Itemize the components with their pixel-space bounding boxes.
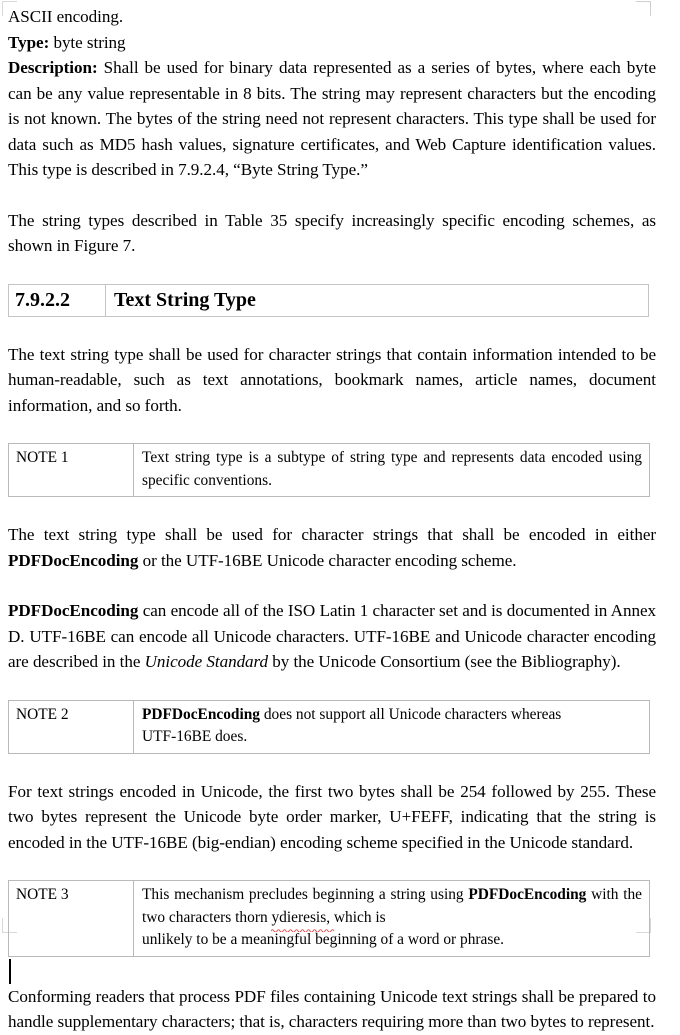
section-heading: 7.9.2.2 Text String Type: [8, 283, 649, 317]
paragraph-byte-string-definition: ASCII encoding. Type: byte string: [8, 4, 656, 55]
note-3-part3: , which is: [326, 908, 386, 926]
paragraph-pdfdocencoding-capabilities: PDFDocEncoding can encode all of the ISO…: [8, 598, 656, 675]
encoded-in-either-part2: or the UTF-16BE Unicode character encodi…: [138, 550, 517, 570]
note-2-text: does not support all Unicode characters …: [260, 705, 562, 723]
note-1-label: NOTE 1: [8, 443, 134, 497]
page-content: ASCII encoding. Type: byte string Descri…: [8, 4, 656, 1035]
note-2-table: NOTE 2 PDFDocEncoding does not support a…: [8, 699, 650, 754]
unicode-standard-title: Unicode Standard: [144, 652, 269, 671]
pdfdocencoding-term: PDFDocEncoding: [468, 886, 587, 903]
paragraph-encoded-in-either: The text string type shall be used for c…: [8, 522, 656, 573]
description-value: Shall be used for binary data represente…: [8, 58, 656, 179]
paragraph-text-string-usage: The text string type shall be used for c…: [8, 344, 656, 415]
table-row: NOTE 2 PDFDocEncoding does not support a…: [8, 699, 650, 754]
empty-paragraph-line[interactable]: [8, 957, 656, 984]
pdfdocencoding-term: PDFDocEncoding: [8, 550, 139, 570]
table-row: NOTE 3 This mechanism precludes beginnin…: [8, 880, 650, 957]
encoded-in-either-part1: The text string type shall be used for c…: [8, 525, 656, 544]
note-3-label: NOTE 3: [8, 880, 134, 957]
text-cursor-caret: [9, 958, 11, 984]
paragraph-byte-order-marker: For text strings encoded in Unicode, the…: [8, 781, 656, 852]
paragraph-byte-string-description: Description: Shall be used for binary da…: [8, 55, 656, 183]
note-3-container: NOTE 3 This mechanism precludes beginnin…: [8, 880, 656, 957]
document-page: ASCII encoding. Type: byte string Descri…: [0, 0, 680, 1031]
note-2-label: NOTE 2: [8, 699, 134, 754]
note-3-table: NOTE 3 This mechanism precludes beginnin…: [8, 880, 650, 957]
pdfdocencoding-term: PDFDocEncoding: [8, 601, 139, 620]
note-1-body: Text string type is a subtype of string …: [133, 443, 650, 497]
paragraph-string-types-table-ref: The string types described in Table 35 s…: [8, 210, 656, 256]
note-3-last-line: unlikely to be a meaningful beginning of…: [142, 931, 505, 948]
section-heading-row: 7.9.2.2 Text String Type: [8, 283, 649, 317]
misspelled-word-ydieresis: ydieresis: [271, 907, 335, 932]
note-2-last-line: UTF-16BE does.: [142, 728, 248, 745]
table-row: NOTE 1 Text string type is a subtype of …: [8, 443, 650, 497]
note-2-body: PDFDocEncoding does not support all Unic…: [133, 699, 650, 754]
note-3-part1: This mechanism precludes beginning a str…: [142, 886, 469, 903]
ascii-encoding-line: ASCII encoding.: [8, 7, 124, 26]
paragraph-conforming-readers: Conforming readers that process PDF file…: [8, 986, 656, 1032]
section-heading-title: Text String Type: [105, 283, 649, 317]
type-value: byte string: [49, 32, 126, 52]
section-heading-number: 7.9.2.2: [8, 283, 106, 317]
pdfdocencoding-part2: by the Unicode Consortium (see the Bibli…: [268, 652, 621, 671]
note-1-table: NOTE 1 Text string type is a subtype of …: [8, 443, 650, 497]
pdfdocencoding-term: PDFDocEncoding: [142, 705, 260, 723]
misspelled-word-text: ydieresis: [271, 908, 327, 926]
type-label: Type:: [8, 32, 50, 52]
spellcheck-squiggle-icon: [271, 929, 335, 932]
description-label: Description:: [8, 58, 98, 77]
note-3-body: This mechanism precludes beginning a str…: [133, 880, 650, 957]
